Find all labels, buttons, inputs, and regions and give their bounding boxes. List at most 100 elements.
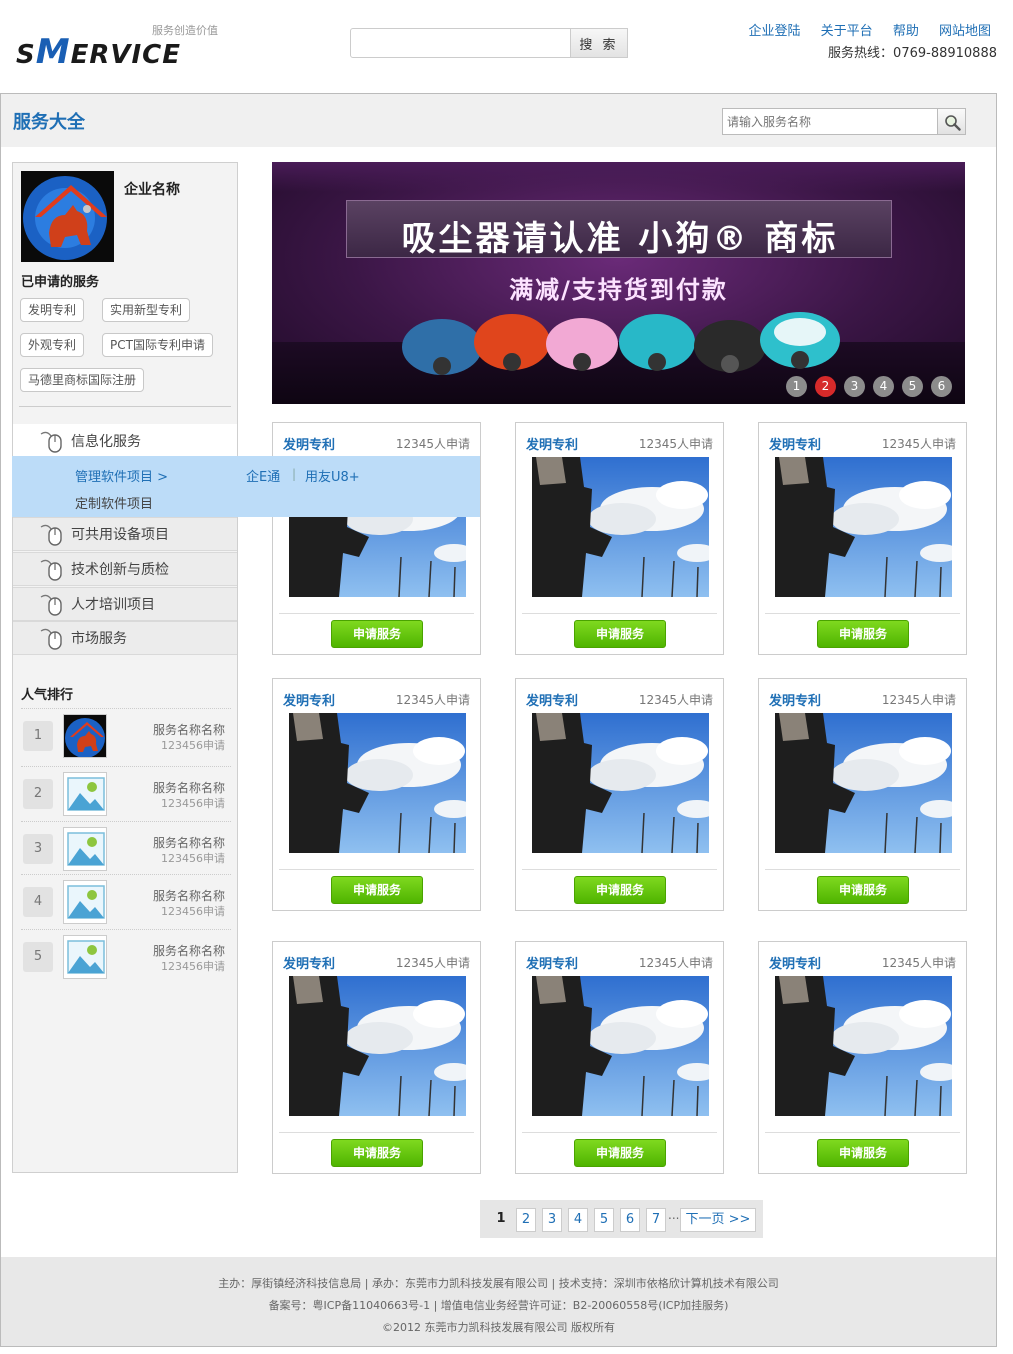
site-logo[interactable]: SMERVICE 服务创造价值 <box>16 22 226 72</box>
divider <box>19 406 231 407</box>
slide-dot[interactable]: 6 <box>931 376 952 397</box>
page-link[interactable]: 4 <box>568 1208 588 1232</box>
service-card[interactable]: 发明专利 12345人申请 申请服务 <box>758 422 967 655</box>
card-category[interactable]: 发明专利 <box>769 434 821 453</box>
tag-design-patent[interactable]: 外观专利 <box>20 333 85 357</box>
top-search-input[interactable] <box>350 28 572 58</box>
top-header: SMERVICE 服务创造价值 搜 索 企业登陆 关于平台 帮助 网站地图 服务… <box>0 0 1013 88</box>
link-about[interactable]: 关于平台 <box>821 24 873 39</box>
card-category[interactable]: 发明专利 <box>526 953 578 972</box>
card-divider <box>522 869 717 870</box>
card-image[interactable] <box>289 713 466 853</box>
slide-dot[interactable]: 1 <box>786 376 807 397</box>
service-search <box>722 108 966 135</box>
ranking-item[interactable]: 1 服务名称名称 123456申请 <box>21 708 231 766</box>
service-card[interactable]: 发明专利 12345人申请 申请服务 <box>272 941 481 1174</box>
page-link[interactable]: 7 <box>646 1208 666 1232</box>
company-logo-image <box>23 176 107 260</box>
link-company-login[interactable]: 企业登陆 <box>749 24 801 39</box>
page-link[interactable]: 6 <box>620 1208 640 1232</box>
vacuum-cleaners-image <box>402 312 840 375</box>
ranking-item[interactable]: 4 服务名称名称 123456申请 <box>21 874 231 932</box>
slide-dot[interactable]: 4 <box>873 376 894 397</box>
apply-service-button[interactable]: 申请服务 <box>574 620 666 648</box>
apply-service-button[interactable]: 申请服务 <box>817 876 909 904</box>
image-placeholder-graphic <box>67 832 105 866</box>
menu-item-shared-equipment[interactable]: 可共用设备项目 <box>13 517 237 551</box>
menu-item-it-services[interactable]: 信息化服务 <box>13 424 237 458</box>
link-help[interactable]: 帮助 <box>893 24 919 39</box>
card-category[interactable]: 发明专利 <box>526 690 578 709</box>
menu-item-market-services[interactable]: 市场服务 <box>13 621 237 655</box>
apply-service-button[interactable]: 申请服务 <box>331 620 423 648</box>
apply-service-button[interactable]: 申请服务 <box>817 620 909 648</box>
rank-number: 2 <box>23 779 53 809</box>
submenu-item-custom-software[interactable]: 定制软件项目 <box>75 493 153 512</box>
slide-dot-active[interactable]: 2 <box>815 376 836 397</box>
main-frame: 服务大全 企业名称 已申请的服务 发明专利 实用新型专利 <box>0 93 997 1347</box>
card-category[interactable]: 发明专利 <box>526 434 578 453</box>
card-image[interactable] <box>775 976 952 1116</box>
link-sitemap[interactable]: 网站地图 <box>939 24 991 39</box>
apply-service-button[interactable]: 申请服务 <box>817 1139 909 1167</box>
apply-service-button[interactable]: 申请服务 <box>331 876 423 904</box>
image-placeholder-graphic <box>67 885 105 919</box>
menu-item-tech-innovation[interactable]: 技术创新与质检 <box>13 552 237 586</box>
page-link[interactable]: 5 <box>594 1208 614 1232</box>
rank-number: 5 <box>23 942 53 972</box>
ranking-item[interactable]: 2 服务名称名称 123456申请 <box>21 766 231 824</box>
submenu-item-management-software[interactable]: 管理软件项目 > <box>75 466 168 485</box>
service-card[interactable]: 发明专利 12345人申请 申请服务 <box>515 941 724 1174</box>
card-image[interactable] <box>775 713 952 853</box>
card-photo-graphic <box>289 713 466 853</box>
card-category[interactable]: 发明专利 <box>283 953 335 972</box>
ranking-item[interactable]: 3 服务名称名称 123456申请 <box>21 821 231 879</box>
slide-dot[interactable]: 3 <box>844 376 865 397</box>
card-image[interactable] <box>532 457 709 597</box>
rank-number: 4 <box>23 887 53 917</box>
service-card[interactable]: 发明专利 12345人申请申请服务 <box>272 678 481 911</box>
page-link[interactable]: 3 <box>542 1208 562 1232</box>
ranking-item[interactable]: 5 服务名称名称 123456申请 <box>21 929 231 987</box>
service-card[interactable]: 发明专利 12345人申请 申请服务 <box>515 422 724 655</box>
top-search: 搜 索 <box>350 28 628 58</box>
card-category[interactable]: 发明专利 <box>283 434 335 453</box>
tag-invention-patent[interactable]: 发明专利 <box>20 298 85 322</box>
tag-utility-model[interactable]: 实用新型专利 <box>102 298 191 322</box>
service-card[interactable]: 发明专利 12345人申请 申请服务 <box>515 678 724 911</box>
magnifier-icon <box>945 115 961 131</box>
menu-item-talent-training[interactable]: 人才培训项目 <box>13 587 237 621</box>
tag-pct[interactable]: PCT国际专利申请 <box>102 333 213 357</box>
submenu-link-qietong[interactable]: 企E通 <box>246 466 280 485</box>
top-search-button[interactable]: 搜 索 <box>570 28 628 58</box>
submenu-link-yonyou[interactable]: 用友U8+ <box>305 466 360 485</box>
promo-banner[interactable]: 吸尘器请认准 小狗® 商标 满减/支持货到付款 1 2 3 4 5 6 <box>272 162 965 404</box>
apply-service-button[interactable]: 申请服务 <box>574 876 666 904</box>
card-image[interactable] <box>775 457 952 597</box>
card-image[interactable] <box>532 713 709 853</box>
card-apply-count: 12345人申请 <box>395 693 470 707</box>
card-category[interactable]: 发明专利 <box>283 690 335 709</box>
service-search-input[interactable] <box>722 108 938 135</box>
service-card[interactable]: 发明专利 12345人申请 申请服务 <box>758 678 967 911</box>
page-current: 1 <box>496 1211 506 1226</box>
apply-service-button[interactable]: 申请服务 <box>331 1139 423 1167</box>
page-link[interactable]: 2 <box>516 1208 536 1232</box>
card-image[interactable] <box>532 976 709 1116</box>
card-category[interactable]: 发明专利 <box>769 690 821 709</box>
card-divider <box>522 1132 717 1133</box>
submenu-flyout: 管理软件项目 > 定制软件项目 企E通 | 用友U8+ <box>12 456 480 517</box>
ranking-count: 123456申请 <box>161 739 225 752</box>
mouse-icon <box>40 431 62 453</box>
tag-madrid[interactable]: 马德里商标国际注册 <box>20 368 145 392</box>
submenu-separator: | <box>292 467 297 481</box>
company-logo <box>21 171 114 262</box>
next-page-button[interactable]: 下一页 >> <box>680 1208 756 1232</box>
card-image[interactable] <box>289 976 466 1116</box>
menu-label: 可共用设备项目 <box>71 527 169 543</box>
apply-service-button[interactable]: 申请服务 <box>574 1139 666 1167</box>
slide-dot[interactable]: 5 <box>902 376 923 397</box>
card-category[interactable]: 发明专利 <box>769 953 821 972</box>
service-card[interactable]: 发明专利 12345人申请 申请服务 <box>758 941 967 1174</box>
service-search-button[interactable] <box>937 108 966 135</box>
